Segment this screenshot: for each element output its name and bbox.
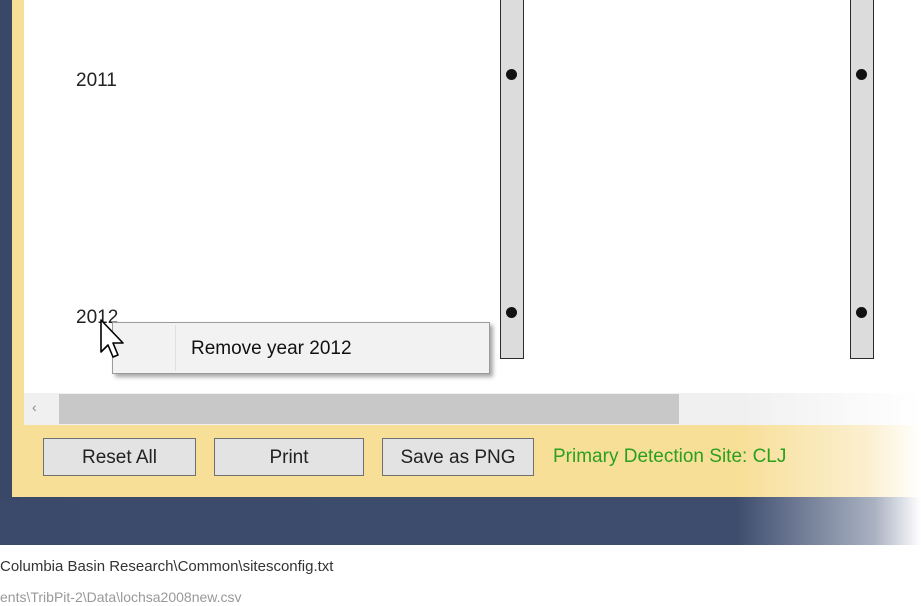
detection-dot (506, 69, 517, 80)
year-label-2011[interactable]: 2011 (76, 70, 117, 92)
detection-dot (506, 307, 517, 318)
site-track-1 (500, 0, 524, 359)
config-file-path: Columbia Basin Research\Common\sitesconf… (0, 558, 334, 575)
save-as-png-button[interactable]: Save as PNG (382, 438, 534, 476)
scrollbar-thumb[interactable] (59, 394, 679, 424)
context-menu: Remove year 2012 (112, 322, 490, 374)
scroll-left-arrow-icon[interactable]: ‹ (32, 399, 37, 415)
detection-dot (856, 307, 867, 318)
horizontal-scrollbar[interactable]: ‹ (24, 393, 921, 425)
detection-dot (856, 69, 867, 80)
data-file-path: ents\TribPit-2\Data\lochsa2008new.csv (0, 589, 242, 605)
arrow-cursor-icon (100, 319, 124, 358)
site-track-2 (850, 0, 874, 359)
remove-year-menu-item[interactable]: Remove year 2012 (191, 338, 352, 360)
reset-all-button[interactable]: Reset All (43, 438, 196, 476)
primary-detection-site-status: Primary Detection Site: CLJ (553, 446, 787, 467)
print-button[interactable]: Print (214, 438, 364, 476)
context-menu-icon-column-divider (175, 325, 176, 371)
